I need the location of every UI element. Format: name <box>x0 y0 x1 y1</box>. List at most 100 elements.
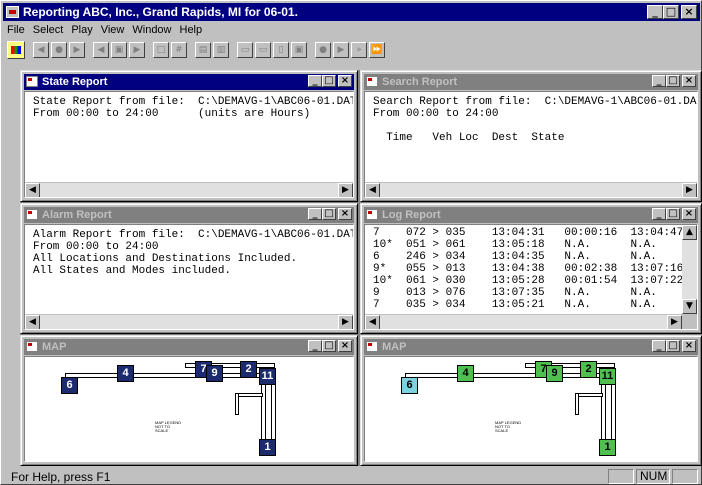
horizontal-scrollbar[interactable]: ◀ ▶ <box>25 314 353 329</box>
vehicle-marker[interactable]: 6 <box>61 377 78 394</box>
minimize-button[interactable]: _ <box>652 340 666 352</box>
close-button[interactable]: × <box>682 208 696 220</box>
alarm-report-content[interactable]: Alarm Report from file: C:\DEMAVG-1\ABC0… <box>24 224 354 330</box>
vehicle-marker[interactable]: 11 <box>259 368 276 385</box>
minimize-button[interactable]: _ <box>308 75 322 87</box>
report-text: 7 072 > 035 13:04:31 00:00:16 13:04:47 0… <box>365 225 697 311</box>
vehicle-marker[interactable]: 2 <box>240 361 257 378</box>
title-bar[interactable]: Reporting ABC, Inc., Grand Rapids, MI fo… <box>3 3 700 21</box>
horizontal-scrollbar[interactable]: ◀ ▶ <box>365 182 697 197</box>
horizontal-scrollbar[interactable]: ◀ ▶ <box>25 182 353 197</box>
rewind-icon[interactable]: ◀ <box>33 42 49 58</box>
search-report-titlebar[interactable]: Search Report _ □ × <box>364 74 698 90</box>
state-report-titlebar[interactable]: State Report _ □ × <box>24 74 354 90</box>
app-icon[interactable] <box>6 6 19 18</box>
state-report-content[interactable]: State Report from file: C:\DEMAVG-1\ABC0… <box>24 91 354 198</box>
log-row: 10* 051 > 061 13:05:18 N.A. N.A. <box>373 239 657 251</box>
log-report-titlebar[interactable]: Log Report _ □ × <box>364 207 698 223</box>
report-column-headers: Time Veh Loc Dest State Mode <box>373 132 698 144</box>
scroll-right-button[interactable]: ▶ <box>338 183 353 197</box>
fastest-forward-icon[interactable]: ⏩ <box>369 42 385 58</box>
search-report-content[interactable]: Search Report from file: C:\DEMAVG-1\ABC… <box>364 91 698 198</box>
map-right-canvas[interactable]: 6 4 7 9 2 11 1 MAP LEGEND NOT TO SCALE <box>364 356 698 462</box>
scroll-right-button[interactable]: ▶ <box>682 183 697 197</box>
maximize-button[interactable]: □ <box>666 340 680 352</box>
log-report-content[interactable]: 7 072 > 035 13:04:31 00:00:16 13:04:47 0… <box>364 224 698 330</box>
vehicle-marker[interactable]: 9 <box>206 365 223 382</box>
stop-icon[interactable]: ● <box>51 42 67 58</box>
scroll-left-button[interactable]: ◀ <box>25 183 40 197</box>
vertical-scrollbar[interactable]: ▲ ▼ <box>682 225 697 314</box>
report-line: State Report from file: C:\DEMAVG-1\ABC0… <box>33 96 354 108</box>
frame-b-icon[interactable]: ▥ <box>213 42 229 58</box>
grid-empty-icon[interactable]: □ <box>153 42 169 58</box>
maximize-button[interactable]: □ <box>666 75 680 87</box>
grid-icon[interactable]: # <box>171 42 187 58</box>
vehicle-marker[interactable]: 9 <box>546 365 563 382</box>
menu-window[interactable]: Window <box>132 22 171 38</box>
alarm-report-titlebar[interactable]: Alarm Report _ □ × <box>24 207 354 223</box>
menu-file[interactable]: File <box>7 22 25 38</box>
report-text: Alarm Report from file: C:\DEMAVG-1\ABC0… <box>25 225 353 277</box>
step-forward-icon[interactable]: ▶ <box>129 42 145 58</box>
vehicle-marker[interactable]: 4 <box>457 365 474 382</box>
map-right-titlebar[interactable]: MAP _ □ × <box>364 339 698 355</box>
report-line: From 00:00 to 24:00 <box>33 241 159 253</box>
vehicle-marker[interactable]: 4 <box>117 365 134 382</box>
scroll-right-button[interactable]: ▶ <box>338 315 353 329</box>
menu-play[interactable]: Play <box>71 22 92 38</box>
frame-e-icon[interactable]: ▯ <box>273 42 289 58</box>
minimize-button[interactable]: _ <box>652 208 666 220</box>
scroll-up-button[interactable]: ▲ <box>682 225 697 240</box>
maximize-button[interactable]: □ <box>663 5 679 19</box>
minimize-button[interactable]: _ <box>308 208 322 220</box>
close-button[interactable]: × <box>682 340 696 352</box>
map-left-canvas[interactable]: 6 4 7 9 2 11 1 MAP LEGEND NOT TO SCALE <box>24 356 354 462</box>
close-button[interactable]: × <box>681 5 697 19</box>
search-report-title: Search Report <box>382 76 458 88</box>
close-button[interactable]: × <box>338 340 352 352</box>
report-line: From 00:00 to 24:00 <box>373 108 499 120</box>
menu-help[interactable]: Help <box>180 22 203 38</box>
scroll-right-button[interactable]: ▶ <box>667 315 682 329</box>
maximize-button[interactable]: □ <box>322 340 336 352</box>
log-row: 7 035 > 034 13:05:21 N.A. N.A. <box>373 299 657 311</box>
fast-forward-icon[interactable]: » <box>351 42 367 58</box>
menu-view[interactable]: View <box>101 22 125 38</box>
vehicle-marker[interactable]: 1 <box>259 439 276 456</box>
app-logo-icon[interactable] <box>7 41 25 59</box>
report-line: From 00:00 to 24:00 (units are Hours) <box>33 108 311 120</box>
report-line: Alarm Report from file: C:\DEMAVG-1\ABC0… <box>33 229 354 241</box>
minimize-button[interactable]: _ <box>308 340 322 352</box>
vehicle-marker[interactable]: 2 <box>580 361 597 378</box>
close-button[interactable]: × <box>338 75 352 87</box>
map-left-titlebar[interactable]: MAP _ □ × <box>24 339 354 355</box>
scroll-down-button[interactable]: ▼ <box>682 299 697 314</box>
vehicle-marker[interactable]: 11 <box>599 368 616 385</box>
resize-grip[interactable] <box>682 314 697 329</box>
scroll-left-button[interactable]: ◀ <box>365 315 380 329</box>
vehicle-marker[interactable]: 1 <box>599 439 616 456</box>
close-button[interactable]: × <box>682 75 696 87</box>
frame-c-icon[interactable]: ▭ <box>237 42 253 58</box>
frame-d-icon[interactable]: ▭ <box>255 42 271 58</box>
minimize-button[interactable]: _ <box>652 75 666 87</box>
record-icon[interactable]: ● <box>315 42 331 58</box>
minimize-button[interactable]: _ <box>647 5 663 19</box>
vehicle-marker[interactable]: 6 <box>401 377 418 394</box>
maximize-button[interactable]: □ <box>322 208 336 220</box>
step-icon[interactable]: ▣ <box>111 42 127 58</box>
play-2-icon[interactable]: ▶ <box>333 42 349 58</box>
log-report-title: Log Report <box>382 209 441 221</box>
horizontal-scrollbar[interactable]: ◀ ▶ <box>365 314 682 329</box>
maximize-button[interactable]: □ <box>322 75 336 87</box>
scroll-left-button[interactable]: ◀ <box>25 315 40 329</box>
play-icon[interactable]: ▶ <box>69 42 85 58</box>
scroll-left-button[interactable]: ◀ <box>365 183 380 197</box>
frame-a-icon[interactable]: ▤ <box>195 42 211 58</box>
close-button[interactable]: × <box>338 208 352 220</box>
menu-select[interactable]: Select <box>33 22 64 38</box>
step-back-icon[interactable]: ◀ <box>93 42 109 58</box>
frame-f-icon[interactable]: ▣ <box>291 42 307 58</box>
maximize-button[interactable]: □ <box>666 208 680 220</box>
